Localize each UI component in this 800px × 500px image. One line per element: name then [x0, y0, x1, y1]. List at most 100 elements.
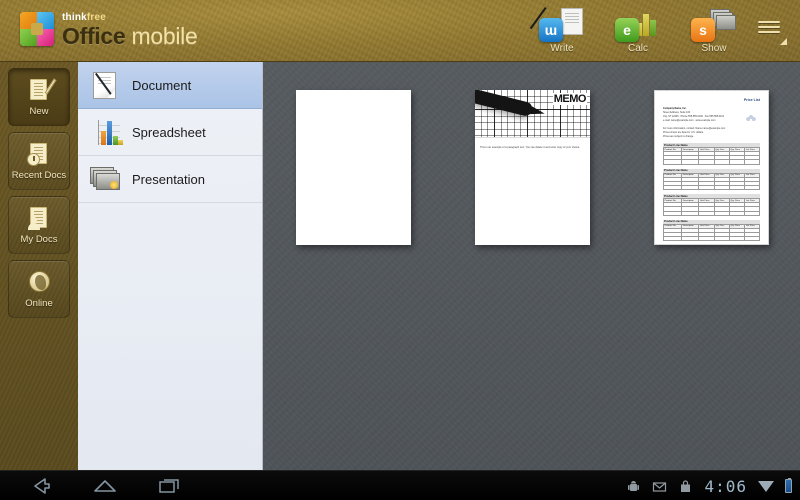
table-cell [713, 210, 730, 216]
document-type-panel: Document Spreadsheet Presentation [78, 62, 263, 470]
online-globe-icon [26, 269, 52, 295]
table-cell [744, 159, 760, 165]
sidebar: New Recent Docs My Docs Online [0, 62, 78, 470]
table-cell [744, 210, 760, 216]
panel-item-label: Spreadsheet [132, 124, 206, 140]
price-list-table: Product No. Description Unit Price Qty. Dis… [662, 223, 760, 242]
show-label: Show [701, 43, 727, 54]
table-cell [662, 210, 683, 216]
android-robot-icon [626, 479, 641, 494]
table-cell [662, 159, 683, 165]
panel-item-presentation[interactable]: Presentation [78, 156, 262, 203]
sidebar-item-label: My Docs [20, 234, 58, 245]
brand-office-mobile: Office mobile [62, 23, 198, 49]
table-cell [713, 184, 730, 191]
spreadsheet-icon [88, 117, 123, 147]
template-canvas: MEMO This is an example of a paragraph t… [263, 62, 800, 470]
price-list-table: Product No. Description Unit Price Qty. Dis… [662, 147, 760, 165]
table-cell [713, 236, 730, 242]
home-icon[interactable] [90, 476, 120, 496]
sidebar-item-recent-docs[interactable]: Recent Docs [8, 132, 70, 190]
panel-item-spreadsheet[interactable]: Spreadsheet [78, 109, 262, 156]
price-list-note: Prices are subject to change. [663, 135, 694, 139]
sidebar-item-label: New [29, 106, 49, 117]
price-list-sections: Product Line Name Product No. Description U… [662, 143, 760, 242]
price-list-notes: For more information, contact: Name name… [663, 127, 760, 139]
panel-item-document[interactable]: Document [78, 62, 262, 109]
write-icon: ɯ [529, 6, 585, 42]
recent-docs-icon [26, 141, 52, 167]
back-arrow-icon[interactable] [26, 476, 56, 496]
recent-apps-icon[interactable] [154, 476, 184, 496]
table-cell [728, 210, 746, 216]
table-cell [698, 210, 715, 216]
memo-template-thumbnail[interactable]: MEMO This is an example of a paragraph t… [475, 90, 590, 245]
price-list-section: Product Line Name Product No. Description U… [662, 194, 760, 216]
price-list-title: Price List [743, 98, 760, 102]
write-label: Write [550, 43, 574, 54]
status-clock: 4:06 [704, 476, 747, 496]
table-cell [728, 159, 746, 165]
price-list-table: Product No. Description Unit Price Qty. Dis… [662, 172, 760, 191]
table-row [662, 184, 760, 191]
show-button[interactable]: s Show [686, 6, 742, 54]
table-cell [698, 236, 715, 242]
thinkfree-logo-icon [20, 12, 54, 46]
table-cell [662, 236, 683, 242]
sidebar-item-label: Online [25, 298, 53, 309]
battery-icon [785, 477, 792, 493]
table-row [662, 159, 760, 165]
calc-icon: e [615, 6, 661, 42]
memo-heading: MEMO [552, 93, 587, 105]
company-logo-icon [744, 108, 758, 121]
overflow-menu-icon[interactable] [756, 18, 790, 45]
new-document-icon [26, 77, 57, 103]
brand-thinkfree: thinkfree [62, 12, 107, 23]
calc-label: Calc [627, 43, 648, 54]
calc-button[interactable]: e Calc [610, 6, 666, 54]
price-list-section: Product Line Name Product No. Description U… [662, 219, 760, 242]
company-name: Company Name, Inc. [663, 107, 687, 110]
memo-body-text: This is an example of a paragraph text. … [480, 146, 581, 149]
memo-header-graphic: MEMO [475, 90, 590, 138]
app-logo-text: thinkfree Office mobile [62, 12, 198, 49]
sidebar-item-new[interactable]: New [8, 68, 70, 126]
table-row [662, 236, 760, 242]
gmail-envelope-icon [652, 479, 667, 494]
table-cell [744, 184, 760, 191]
table-cell [744, 236, 760, 242]
table-cell [698, 184, 715, 191]
system-status-area: 4:06 [626, 471, 792, 500]
app-logo: thinkfree Office mobile [20, 12, 198, 49]
table-cell [698, 159, 715, 165]
sidebar-item-label: Recent Docs [11, 170, 67, 181]
app-header: thinkfree Office mobile ɯ Write e Calc s… [0, 0, 800, 62]
system-nav-buttons [26, 471, 184, 500]
market-bag-icon [678, 479, 693, 494]
table-cell [681, 210, 700, 216]
blank-document-thumbnail[interactable] [296, 90, 411, 245]
panel-item-label: Presentation [132, 171, 205, 187]
sidebar-item-my-docs[interactable]: My Docs [8, 196, 70, 254]
table-cell [728, 236, 746, 242]
table-cell [681, 184, 700, 191]
fountain-pen-icon [475, 90, 534, 118]
panel-item-label: Document [132, 77, 192, 93]
android-system-bar: 4:06 [0, 470, 800, 500]
table-cell [713, 159, 730, 165]
brand-mobile: mobile [131, 23, 198, 49]
wifi-signal-icon [758, 480, 774, 492]
table-cell [681, 236, 700, 242]
table-cell [728, 184, 746, 191]
write-button[interactable]: ɯ Write [529, 6, 590, 54]
brand-office: Office [62, 23, 126, 49]
presentation-icon [88, 164, 122, 194]
sidebar-item-online[interactable]: Online [8, 260, 70, 318]
table-cell [681, 159, 700, 165]
price-list-section: Product Line Name Product No. Description U… [662, 143, 760, 165]
price-list-template-thumbnail[interactable]: Price List Company Name, Inc. Street Add… [654, 90, 769, 245]
price-list-section: Product Line Name Product No. Description U… [662, 168, 760, 191]
thinkfree-office-mobile-app: thinkfree Office mobile ɯ Write e Calc s… [0, 0, 800, 500]
price-list-table: Product No. Description Unit Price Qty. Dis… [662, 198, 760, 216]
my-docs-icon [26, 205, 52, 231]
